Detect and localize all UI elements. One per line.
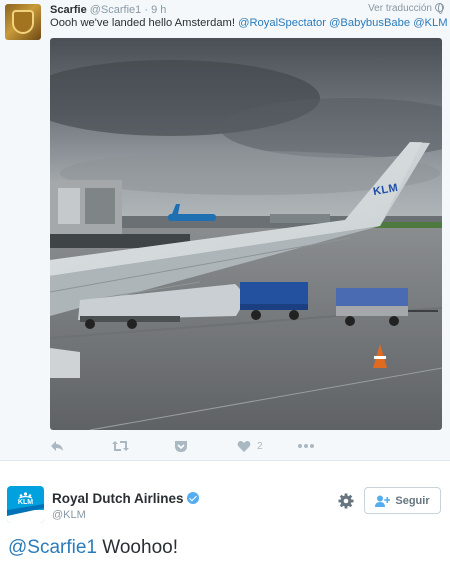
mention-scarfie1[interactable]: @Scarfie1 <box>8 537 97 558</box>
tweet-header: Scarfie @Scarfie1 · 9 h <box>50 4 166 16</box>
more-icon <box>298 444 314 448</box>
more-button[interactable] <box>298 436 314 456</box>
reply-author-name-text: Royal Dutch Airlines <box>52 491 184 506</box>
author-handle[interactable]: @Scarfie1 <box>90 4 142 16</box>
tweet-actions: 2 <box>50 436 350 456</box>
settings-button[interactable] <box>336 491 356 511</box>
header-separator: · <box>144 4 149 16</box>
translate-label: Ver traducción <box>368 3 432 14</box>
verified-icon <box>186 492 199 504</box>
add-user-icon <box>375 495 391 507</box>
translate-link[interactable]: Ver traducción <box>368 3 444 14</box>
reply-tweet: KLM Royal Dutch Airlines @KLM Seguir @Sc… <box>0 460 450 566</box>
reply-button[interactable] <box>50 436 64 456</box>
author-avatar[interactable] <box>5 4 41 40</box>
heart-icon <box>237 440 251 452</box>
pocket-button[interactable] <box>174 436 188 456</box>
tweet-photo[interactable]: KLM <box>50 38 442 430</box>
klm-avatar[interactable]: KLM <box>7 486 44 523</box>
mention-royalspectator[interactable]: @RoyalSpectator <box>238 17 326 29</box>
mention-klm[interactable]: @KLM <box>413 17 447 29</box>
reply-icon <box>51 441 63 451</box>
tweet-text-plain: Oooh we've landed hello Amsterdam! <box>50 17 239 29</box>
retweet-icon <box>112 441 129 451</box>
reply-text-body: Woohoo! <box>97 537 178 558</box>
avatar-emblem <box>12 10 34 34</box>
reply-author-handle[interactable]: @KLM <box>52 509 86 521</box>
follow-label: Seguir <box>395 494 430 507</box>
tweet-text: Oooh we've landed hello Amsterdam! @Roya… <box>50 17 448 29</box>
klm-avatar-text: KLM <box>17 499 34 506</box>
follow-button[interactable]: Seguir <box>364 487 441 514</box>
like-count: 2 <box>257 440 263 452</box>
reply-text: @Scarfie1 Woohoo! <box>8 537 178 559</box>
gear-icon <box>338 493 354 509</box>
tweet-time[interactable]: 9 h <box>151 4 166 16</box>
retweet-button[interactable] <box>112 436 129 456</box>
airport-wing-photo <box>50 38 442 430</box>
globe-icon <box>435 3 444 14</box>
pocket-icon <box>175 441 187 452</box>
mention-babybusbabe[interactable]: @BabybusBabe <box>329 17 410 29</box>
like-button[interactable]: 2 <box>237 436 263 456</box>
original-tweet: Scarfie @Scarfie1 · 9 h Ver traducción O… <box>0 0 450 460</box>
author-name[interactable]: Scarfie <box>50 4 87 16</box>
reply-author-name[interactable]: Royal Dutch Airlines <box>52 491 199 506</box>
